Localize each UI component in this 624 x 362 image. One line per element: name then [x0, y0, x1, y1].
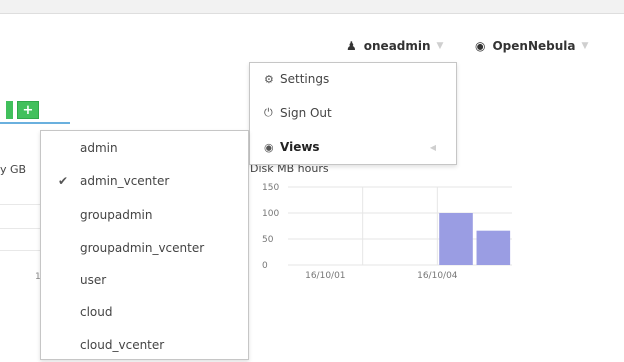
y-tick-label: 100 — [262, 209, 279, 219]
user-menu-button[interactable]: ♟ oneadmin ▼ — [346, 36, 443, 56]
menu-item-views[interactable]: ◉ Views ◀ — [250, 135, 456, 159]
view-item-label: cloud — [80, 305, 113, 319]
user-label: oneadmin — [363, 39, 431, 53]
left-gridline — [0, 250, 40, 251]
view-item-groupadmin-vcenter[interactable]: groupadmin_vcenter — [41, 235, 248, 261]
globe-icon: ◉ — [475, 39, 486, 53]
user-dropdown-menu: ⚙ Settings ⏻ Sign Out ◉ Views ◀ — [249, 62, 457, 165]
left-chart-label: y GB — [0, 163, 27, 176]
tab-underline — [0, 122, 70, 124]
zone-label: OpenNebula — [492, 39, 576, 53]
x-tick-label: 16/10/04 — [417, 271, 458, 281]
eye-icon: ◉ — [264, 140, 274, 154]
y-tick-label: 50 — [262, 235, 274, 245]
view-item-admin-vcenter[interactable]: ✔ admin_vcenter — [41, 168, 248, 194]
chart-bar — [476, 230, 511, 265]
view-item-groupadmin[interactable]: groupadmin — [41, 202, 248, 228]
menu-item-label: Settings — [280, 72, 330, 86]
left-gridline — [0, 228, 40, 229]
view-item-label: user — [80, 273, 107, 287]
y-tick-label: 0 — [262, 261, 268, 271]
chevron-down-icon: ▼ — [581, 41, 589, 51]
menu-item-label: Sign Out — [280, 106, 332, 120]
view-item-label: admin_vcenter — [80, 174, 170, 188]
menu-item-settings[interactable]: ⚙ Settings — [250, 67, 456, 91]
menu-item-sign-out[interactable]: ⏻ Sign Out — [250, 101, 456, 125]
add-button[interactable]: + — [17, 101, 39, 119]
green-button-edge[interactable] — [6, 101, 13, 119]
chevron-down-icon: ▼ — [436, 41, 444, 51]
chevron-left-icon: ◀ — [429, 142, 436, 152]
view-item-label: admin — [80, 141, 118, 155]
y-tick-label: 150 — [262, 183, 279, 193]
left-gridline — [0, 204, 40, 205]
top-strip — [0, 0, 624, 14]
view-item-label: groupadmin_vcenter — [80, 241, 205, 255]
add-button-label: + — [22, 102, 34, 118]
x-tick-label: 16/10/01 — [305, 271, 345, 281]
disk-usage-chart: Disk MB hours 0 50 100 150 16/10/01 16/10/04 — [250, 162, 540, 282]
gear-icon: ⚙ — [264, 72, 274, 86]
views-submenu: admin ✔ admin_vcenter groupadmin groupad… — [40, 130, 249, 360]
zone-menu-button[interactable]: ◉ OpenNebula ▼ — [475, 36, 588, 56]
menu-item-label: Views — [280, 140, 320, 154]
user-icon: ♟ — [346, 39, 357, 53]
view-item-user[interactable]: user — [41, 267, 248, 293]
check-icon: ✔ — [58, 174, 69, 188]
view-item-cloud-vcenter[interactable]: cloud_vcenter — [41, 332, 248, 358]
chart-svg: 0 50 100 150 16/10/01 16/10/04 — [262, 183, 512, 281]
view-item-cloud[interactable]: cloud — [41, 299, 248, 325]
power-icon: ⏻ — [264, 106, 273, 119]
view-item-label: cloud_vcenter — [80, 338, 165, 352]
view-item-admin[interactable]: admin — [41, 135, 248, 161]
chart-bar — [439, 213, 473, 265]
view-item-label: groupadmin — [80, 208, 153, 222]
